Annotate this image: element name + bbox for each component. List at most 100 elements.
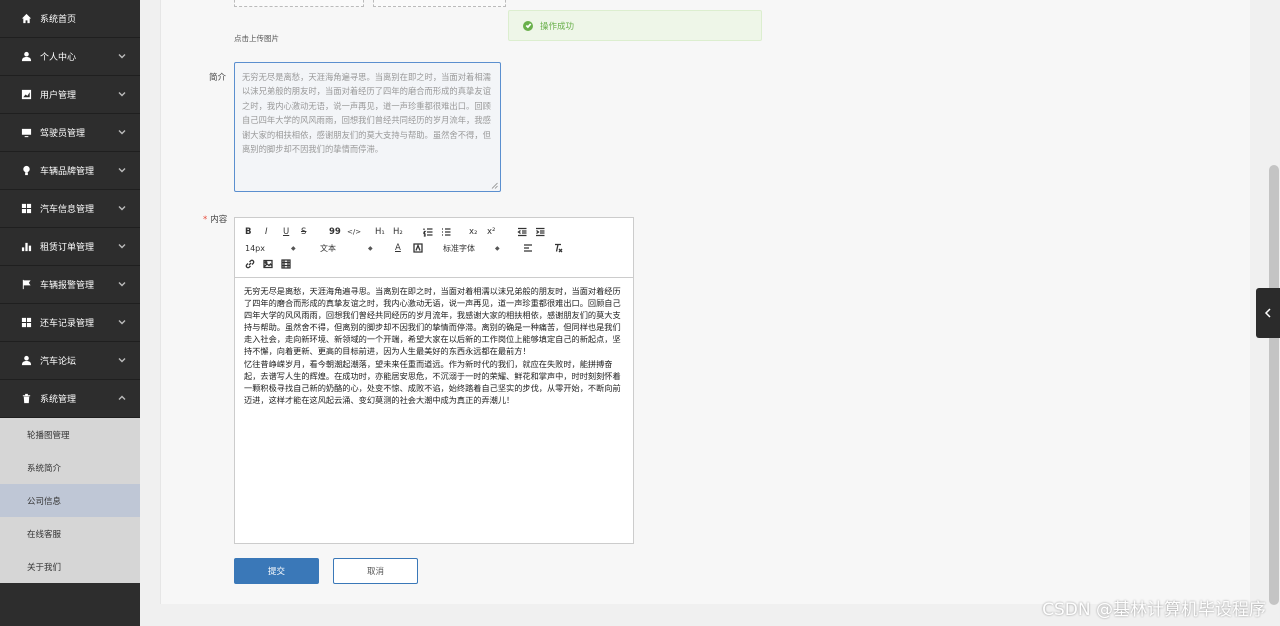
select-arrow-icon: ◆: [291, 244, 296, 252]
superscript-button[interactable]: x²: [487, 226, 495, 238]
clear-format-icon[interactable]: [553, 242, 563, 254]
rich-text-editor: B I U S 99 </> H₁ H₂ x₂ x² 14px ◆ 文本 ◆ A 标…: [234, 217, 634, 544]
sidebar-item-label: 租赁订单管理: [40, 243, 95, 253]
sidebar-item-label: 驾驶员管理: [40, 129, 86, 139]
upload-hint: 点击上传图片: [234, 34, 279, 43]
sidebar-item-return-record-management[interactable]: 还车记录管理: [0, 304, 140, 342]
h2-button[interactable]: H₂: [393, 226, 403, 238]
sidebar-item-car-info-management[interactable]: 汽车信息管理: [0, 190, 140, 228]
image-upload-button[interactable]: [373, 0, 506, 7]
sidebar-item-label: 车辆品牌管理: [40, 167, 95, 177]
editor-content[interactable]: 无穷无尽是离愁，天涯海角遍寻思。当离别在即之时，当面对着相濡以沫兄弟般的朋友时，…: [235, 278, 633, 413]
user-icon: [20, 51, 32, 63]
intro-text: 无穷无尽是离愁，天涯海角遍寻思。当离别在即之时，当面对着相濡以沫兄弟般的朋友时，…: [242, 72, 491, 155]
sidebar-subitem-carousel[interactable]: 轮播图管理: [0, 418, 140, 451]
scrollbar-thumb[interactable]: [1269, 165, 1279, 605]
sidebar-item-car-forum[interactable]: 汽车论坛: [0, 342, 140, 380]
content-paragraph-1: 无穷无尽是离愁，天涯海角遍寻思。当离别在即之时，当面对着相濡以沫兄弟般的朋友时，…: [244, 286, 621, 357]
sidebar-item-user-management[interactable]: 用户管理: [0, 76, 140, 114]
image-icon[interactable]: [263, 258, 273, 270]
select-arrow-icon: ◆: [368, 244, 373, 252]
strike-button[interactable]: S: [301, 226, 306, 238]
font-color-button[interactable]: A: [395, 242, 401, 254]
align-icon[interactable]: [523, 242, 533, 254]
required-mark: *: [203, 215, 208, 225]
sidebar-item-label: 系统管理: [40, 395, 77, 405]
chevron-down-icon: [118, 356, 126, 364]
font-family-value: 标准字体: [443, 243, 475, 253]
video-icon[interactable]: [281, 258, 291, 270]
italic-button[interactable]: I: [265, 226, 268, 238]
sidebar-item-system-management[interactable]: 系统管理: [0, 380, 140, 418]
image-upload-preview[interactable]: [234, 0, 364, 7]
chevron-down-icon: [118, 128, 126, 136]
font-family-select[interactable]: 标准字体 ◆: [443, 242, 500, 254]
sidebar-item-home[interactable]: 系统首页: [0, 0, 140, 38]
toast-message: 操作成功: [540, 21, 575, 32]
bar-chart-icon: [20, 241, 32, 253]
chevron-down-icon: [118, 204, 126, 212]
intro-textarea[interactable]: 无穷无尽是离愁，天涯海角遍寻思。当离别在即之时，当面对着相濡以沫兄弟般的朋友时，…: [234, 62, 501, 192]
chevron-down-icon: [118, 52, 126, 60]
sidebar-item-label: 系统首页: [40, 15, 77, 25]
home-icon: [20, 13, 32, 25]
sidebar-subitem-company-info[interactable]: 公司信息: [0, 484, 140, 517]
check-circle-icon: [523, 20, 533, 31]
submit-button[interactable]: 提交: [234, 558, 319, 584]
background-color-icon[interactable]: [413, 242, 423, 254]
outdent-icon[interactable]: [517, 226, 527, 238]
grid-icon: [20, 203, 32, 215]
sidebar-item-alarm-management[interactable]: 车辆报警管理: [0, 266, 140, 304]
content-label-text: 内容: [210, 215, 228, 225]
editor-toolbar: B I U S 99 </> H₁ H₂ x₂ x² 14px ◆ 文本 ◆ A 标…: [235, 218, 633, 278]
sidebar-item-label: 汽车论坛: [40, 357, 77, 367]
sidebar-subitem-system-intro[interactable]: 系统简介: [0, 451, 140, 484]
sidebar-item-label: 车辆报警管理: [40, 281, 95, 291]
blockquote-button[interactable]: 99: [329, 226, 341, 238]
sidebar-item-label: 用户管理: [40, 91, 77, 101]
select-arrow-icon: ◆: [495, 244, 500, 252]
sidebar-item-brand-management[interactable]: 车辆品牌管理: [0, 152, 140, 190]
chevron-down-icon: [118, 318, 126, 326]
trash-icon: [20, 393, 32, 405]
sidebar-item-driver-management[interactable]: 驾驶员管理: [0, 114, 140, 152]
resize-handle-icon[interactable]: [491, 182, 498, 189]
main-content: 点击上传图片 操作成功 简介 无穷无尽是离愁，天涯海角遍寻思。当离别在即之时，当…: [140, 0, 1280, 626]
bullet-list-icon[interactable]: [441, 226, 451, 238]
cancel-button[interactable]: 取消: [333, 558, 418, 584]
underline-button[interactable]: U: [283, 226, 289, 238]
chevron-up-icon: [118, 394, 126, 402]
sidebar-subitem-about-us[interactable]: 关于我们: [0, 550, 140, 583]
content-label: * 内容: [203, 213, 227, 225]
font-size-value: 14px: [245, 243, 265, 253]
sidebar-item-personal-center[interactable]: 个人中心: [0, 38, 140, 76]
sidebar-item-label: 还车记录管理: [40, 319, 95, 329]
ordered-list-icon[interactable]: [423, 226, 433, 238]
bold-button[interactable]: B: [245, 226, 251, 238]
sidebar: 系统首页 个人中心 用户管理 驾驶员管理 车辆品牌管理 汽车信息管理 租赁订单管…: [0, 0, 140, 626]
chevron-down-icon: [118, 166, 126, 174]
header-select[interactable]: 文本 ◆: [320, 242, 373, 254]
chart-icon: [20, 89, 32, 101]
sidebar-subitem-online-service[interactable]: 在线客服: [0, 517, 140, 550]
chevron-down-icon: [118, 280, 126, 288]
code-block-button[interactable]: </>: [347, 226, 361, 238]
intro-label: 简介: [209, 73, 227, 83]
chevron-down-icon: [118, 242, 126, 250]
sidebar-item-label: 汽车信息管理: [40, 205, 95, 215]
h1-button[interactable]: H₁: [375, 226, 385, 238]
system-management-submenu: 轮播图管理 系统简介 公司信息 在线客服 关于我们: [0, 418, 140, 583]
subscript-button[interactable]: x₂: [469, 226, 477, 238]
sidebar-item-rental-order-management[interactable]: 租赁订单管理: [0, 228, 140, 266]
chevron-left-icon: [1264, 308, 1271, 318]
flag-icon: [20, 279, 32, 291]
form-panel: 点击上传图片 操作成功 简介 无穷无尽是离愁，天涯海角遍寻思。当离别在即之时，当…: [160, 0, 1250, 604]
chevron-down-icon: [118, 90, 126, 98]
link-icon[interactable]: [245, 258, 255, 270]
indent-icon[interactable]: [535, 226, 545, 238]
drawer-toggle-button[interactable]: [1256, 288, 1280, 338]
user-icon: [20, 355, 32, 367]
font-size-select[interactable]: 14px ◆: [245, 242, 296, 254]
content-paragraph-2: 忆往昔峥嵘岁月，看今朝潮起潮落，望未来任重而道远。作为新时代的我们，就应在失败时…: [244, 358, 621, 405]
sidebar-item-label: 个人中心: [40, 53, 77, 63]
